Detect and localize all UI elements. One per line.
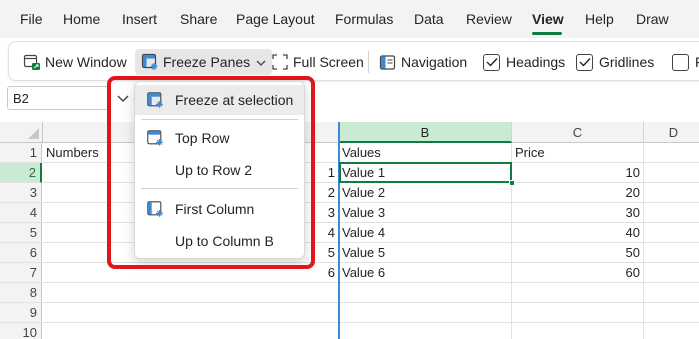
cell-c1[interactable]: Price bbox=[512, 143, 643, 163]
cell-b4[interactable]: Value 3 bbox=[339, 203, 511, 223]
gridlines-checkbox[interactable] bbox=[576, 53, 593, 71]
name-box[interactable]: B2 bbox=[7, 86, 109, 110]
freeze-pane-line bbox=[338, 122, 340, 339]
tab-file[interactable]: File bbox=[20, 11, 43, 27]
fill-handle[interactable] bbox=[509, 180, 515, 186]
tab-page-layout[interactable]: Page Layout bbox=[236, 11, 315, 27]
gridlines-toggle[interactable]: Gridlines bbox=[576, 49, 654, 75]
new-window-icon bbox=[23, 53, 41, 71]
cell-c7[interactable]: 60 bbox=[512, 263, 643, 283]
new-window-button[interactable]: New Window bbox=[23, 49, 127, 75]
full-screen-label: Full Screen bbox=[293, 54, 364, 70]
row-header[interactable]: 3 bbox=[0, 183, 42, 203]
gridline bbox=[643, 143, 644, 339]
ribbon: New Window Freeze Panes Full Screen Navi… bbox=[8, 41, 699, 81]
column-header-b[interactable]: B bbox=[339, 122, 512, 143]
navigation-label: Navigation bbox=[401, 54, 468, 70]
tab-draw[interactable]: Draw bbox=[636, 11, 669, 27]
tab-data[interactable]: Data bbox=[414, 11, 444, 27]
cell-b3[interactable]: Value 2 bbox=[339, 183, 511, 203]
cell-c2[interactable]: 10 bbox=[512, 163, 643, 183]
column-header-d[interactable]: D bbox=[644, 122, 699, 143]
tab-insert[interactable]: Insert bbox=[122, 11, 157, 27]
ribbon-separator bbox=[368, 51, 369, 73]
freeze-panes-button[interactable]: Freeze Panes bbox=[135, 49, 273, 75]
row-header[interactable]: 6 bbox=[0, 243, 42, 263]
truncated-checkbox[interactable] bbox=[672, 53, 689, 71]
cell-b7[interactable]: Value 6 bbox=[339, 263, 511, 283]
new-window-label: New Window bbox=[45, 54, 127, 70]
active-tab-indicator bbox=[532, 32, 562, 35]
cell-c6[interactable]: 50 bbox=[512, 243, 643, 263]
tab-formulas[interactable]: Formulas bbox=[335, 11, 393, 27]
truncated-toggle[interactable]: F bbox=[672, 49, 699, 75]
active-cell-outline bbox=[339, 162, 512, 183]
row-header[interactable]: 9 bbox=[0, 303, 42, 323]
menu-bar: File Home Insert Share Page Layout Formu… bbox=[0, 0, 699, 38]
row-header[interactable]: 10 bbox=[0, 323, 42, 339]
headings-label: Headings bbox=[506, 54, 566, 70]
checkmark-icon bbox=[486, 58, 498, 67]
highlight-annotation-box bbox=[107, 76, 315, 269]
truncated-label: F bbox=[695, 54, 699, 70]
row-header[interactable]: 8 bbox=[0, 283, 42, 303]
cell-b1[interactable]: Values bbox=[339, 143, 511, 163]
row-header[interactable]: 5 bbox=[0, 223, 42, 243]
row-header[interactable]: 2 bbox=[0, 163, 42, 183]
headings-toggle[interactable]: Headings bbox=[483, 49, 565, 75]
row-header[interactable]: 7 bbox=[0, 263, 42, 283]
tab-help[interactable]: Help bbox=[585, 11, 614, 27]
gridlines-label: Gridlines bbox=[599, 54, 655, 70]
navigation-icon bbox=[379, 53, 397, 71]
checkmark-icon bbox=[579, 58, 591, 67]
tab-share[interactable]: Share bbox=[180, 11, 217, 27]
column-header-c[interactable]: C bbox=[512, 122, 644, 143]
cell-b5[interactable]: Value 4 bbox=[339, 223, 511, 243]
navigation-button[interactable]: Navigation bbox=[379, 49, 467, 75]
freeze-panes-label: Freeze Panes bbox=[163, 54, 251, 70]
tab-home[interactable]: Home bbox=[63, 11, 100, 27]
gridline bbox=[43, 322, 699, 323]
tab-view[interactable]: View bbox=[532, 11, 564, 27]
full-screen-icon bbox=[271, 53, 289, 71]
row-header[interactable]: 4 bbox=[0, 203, 42, 223]
select-all-triangle bbox=[28, 128, 39, 139]
cell-c3[interactable]: 20 bbox=[512, 183, 643, 203]
gridline bbox=[43, 302, 699, 303]
cell-c5[interactable]: 40 bbox=[512, 223, 643, 243]
headings-checkbox[interactable] bbox=[483, 53, 500, 71]
chevron-down-icon bbox=[256, 54, 266, 70]
cell-c4[interactable]: 30 bbox=[512, 203, 643, 223]
full-screen-button[interactable]: Full Screen bbox=[271, 49, 364, 75]
freeze-panes-icon bbox=[141, 53, 159, 71]
row-header[interactable]: 1 bbox=[0, 143, 42, 163]
tab-review[interactable]: Review bbox=[466, 11, 512, 27]
cell-b6[interactable]: Value 5 bbox=[339, 243, 511, 263]
